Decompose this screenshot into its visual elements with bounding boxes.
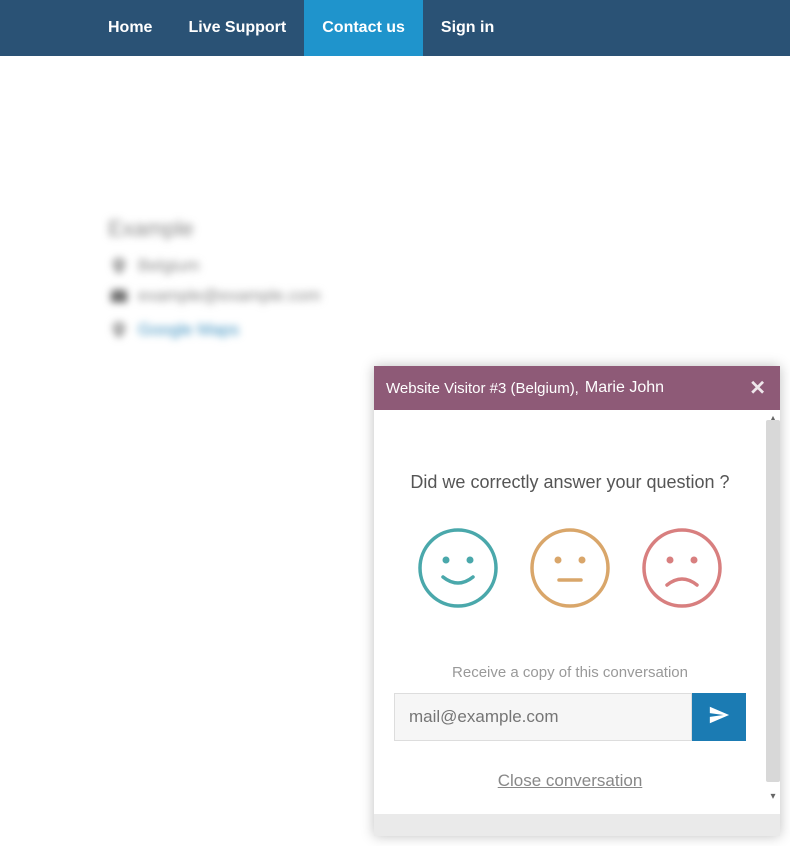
contact-info-block: Example Belgium example@example.com Goog… — [0, 56, 790, 340]
email-text: example@example.com — [138, 286, 321, 306]
maps-link[interactable]: Google Maps — [138, 320, 239, 340]
chat-content: Did we correctly answer your question ? — [374, 410, 766, 814]
copy-label: Receive a copy of this conversation — [394, 664, 746, 681]
chat-widget: Website Visitor #3 (Belgium), Marie John… — [374, 366, 780, 836]
nav-live-support[interactable]: Live Support — [170, 0, 304, 56]
sad-face-icon[interactable] — [641, 527, 723, 614]
email-row: example@example.com — [108, 286, 790, 306]
location-text: Belgium — [138, 256, 199, 276]
visitor-label: Website Visitor #3 (Belgium), — [386, 380, 579, 397]
maps-row[interactable]: Google Maps — [108, 320, 790, 340]
happy-face-icon[interactable] — [417, 527, 499, 614]
close-conversation-link[interactable]: Close conversation — [394, 771, 746, 791]
survey-question: Did we correctly answer your question ? — [394, 472, 746, 493]
email-copy-row — [394, 693, 746, 741]
paper-plane-icon — [708, 704, 730, 731]
envelope-icon — [108, 290, 130, 302]
nav-sign-in[interactable]: Sign in — [423, 0, 512, 56]
location-pin-icon — [108, 322, 130, 338]
close-icon[interactable]: ✕ — [749, 376, 766, 401]
chat-footer — [374, 814, 780, 836]
send-button[interactable] — [692, 693, 746, 741]
chat-header[interactable]: Website Visitor #3 (Belgium), Marie John… — [374, 366, 780, 410]
location-pin-icon — [108, 258, 130, 274]
nav-contact-us[interactable]: Contact us — [304, 0, 423, 56]
rating-faces — [394, 527, 746, 614]
company-name: Example — [108, 216, 790, 242]
scrollbar[interactable] — [766, 420, 780, 782]
agent-name: Marie John — [585, 379, 664, 397]
scroll-down-arrow[interactable]: ▾ — [766, 788, 780, 804]
neutral-face-icon[interactable] — [529, 527, 611, 614]
nav-home[interactable]: Home — [90, 0, 170, 56]
email-input[interactable] — [394, 693, 692, 741]
location-row: Belgium — [108, 256, 790, 276]
chat-body: ▴ ▾ Did we correctly answer your questio… — [374, 410, 780, 814]
main-navbar: Home Live Support Contact us Sign in — [0, 0, 790, 56]
